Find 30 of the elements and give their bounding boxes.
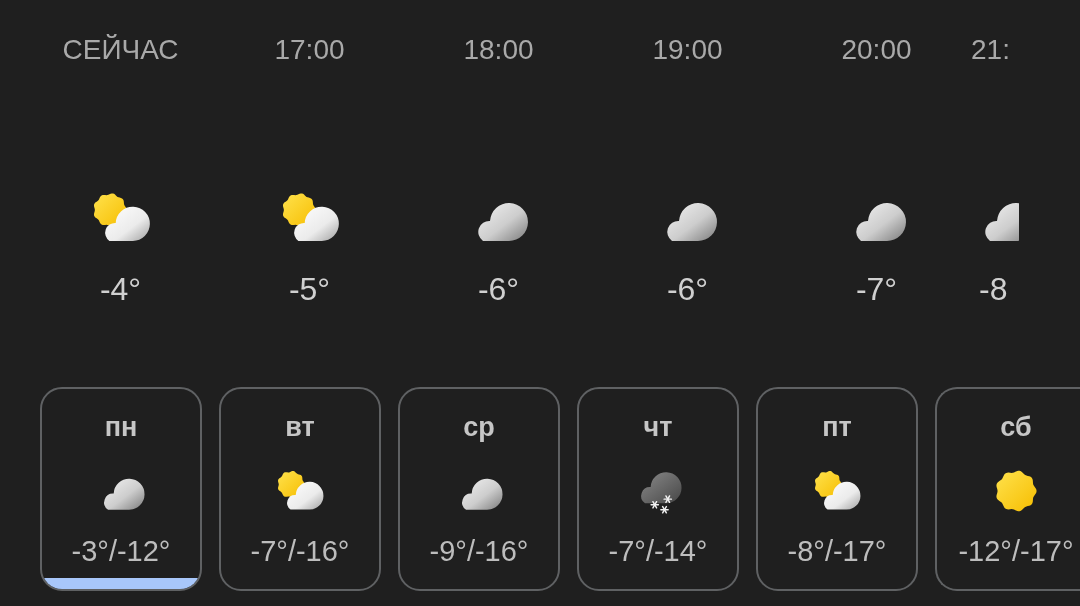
temperature-range: -12°/-17° — [958, 534, 1074, 569]
temperature-range: -3°/-12° — [71, 534, 171, 569]
temperature-range: -7°/-14° — [608, 534, 708, 569]
day-label: ср — [463, 411, 495, 443]
hour-temperature: -6° — [666, 270, 709, 308]
day-card[interactable]: пн -3°/-12° — [40, 387, 202, 591]
day-label: сб — [1000, 411, 1032, 443]
day-label: вт — [285, 411, 315, 443]
hour-label: 21: — [971, 33, 1010, 67]
hour-temperature: -5° — [288, 270, 331, 308]
hour-temperature: -8 — [979, 270, 1008, 308]
hour-label: 19:00 — [652, 33, 723, 67]
temperature-range: -9°/-16° — [429, 534, 529, 569]
day-card[interactable]: чт -7°/-14° — [577, 387, 739, 591]
hour-label: 20:00 — [841, 33, 912, 67]
temperature-range: -8°/-17° — [787, 534, 887, 569]
hour-temperature: -7° — [855, 270, 898, 308]
hour-label: 17:00 — [274, 33, 345, 67]
hour-label: 18:00 — [463, 33, 534, 67]
hour-label: СЕЙЧАС — [62, 33, 179, 67]
day-label: пн — [104, 411, 138, 443]
day-card[interactable]: ср -9°/-16° — [398, 387, 560, 591]
day-label: пт — [822, 411, 852, 443]
day-label: чт — [643, 411, 673, 443]
day-card[interactable]: сб -12°/-17° — [935, 387, 1080, 591]
day-card[interactable]: вт -7°/-16° — [219, 387, 381, 591]
hour-temperature: -4° — [99, 270, 142, 308]
hour-temperature: -6° — [477, 270, 520, 308]
temperature-range: -7°/-16° — [250, 534, 350, 569]
day-card[interactable]: пт -8°/-17° — [756, 387, 918, 591]
